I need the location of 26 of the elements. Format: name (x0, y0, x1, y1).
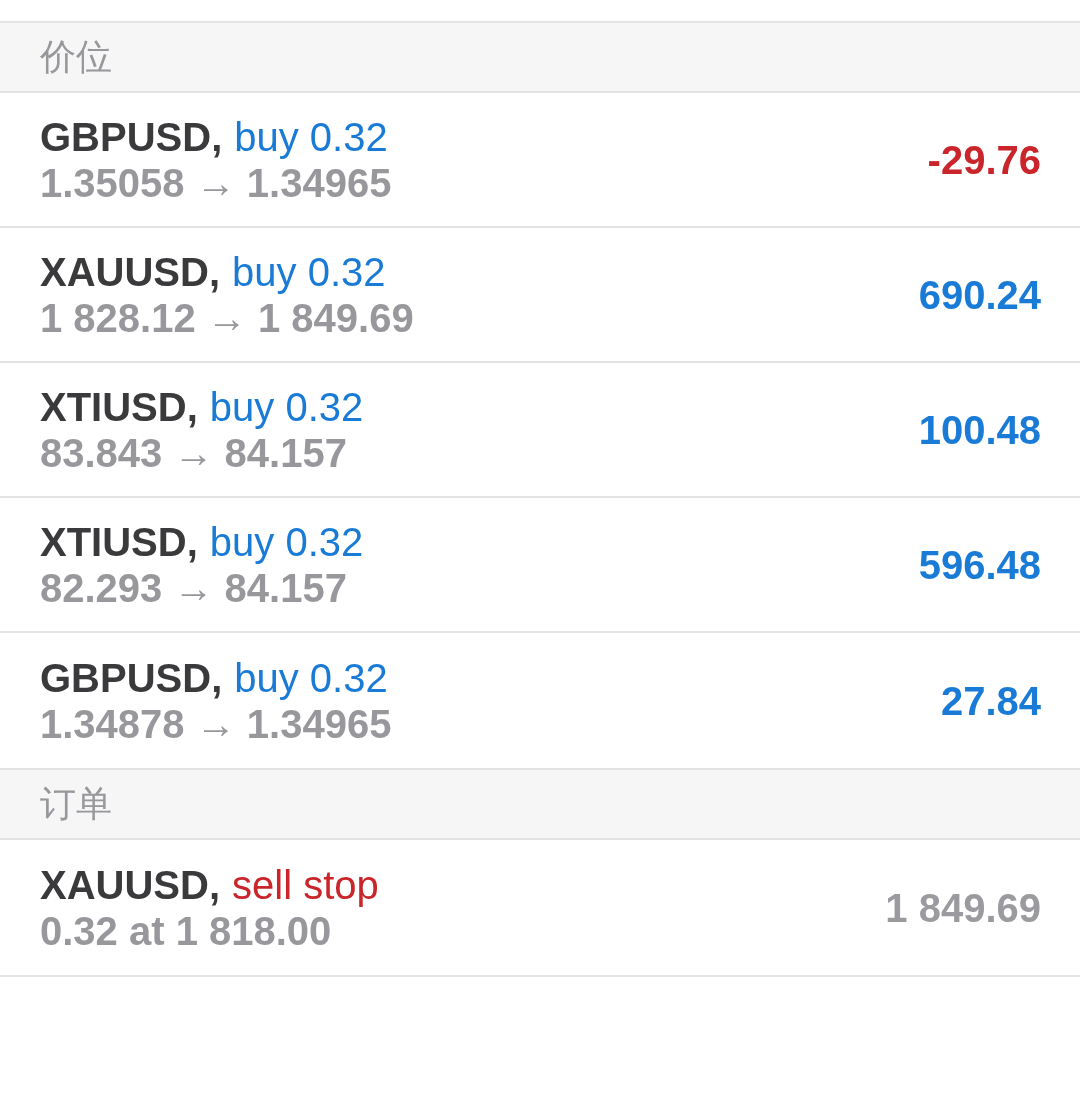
trade-symbol: XTIUSD, (40, 518, 198, 565)
trade-type: buy 0.32 (209, 383, 364, 430)
trade-value: 596.48 (918, 541, 1041, 588)
trade-detail: 1 828.12 → 1 849.69 (40, 294, 414, 341)
trade-symbol: XAUUSD, (40, 861, 221, 908)
trade-type: buy 0.32 (232, 248, 386, 295)
trade-detail: 1.34878 → 1.34965 (40, 700, 392, 747)
trade-symbol: GBPUSD, (40, 654, 223, 701)
trade-value: 27.84 (940, 677, 1041, 724)
trade-detail: 0.32 at 1 818.00 (40, 907, 333, 954)
trade-value: 100.48 (918, 406, 1041, 453)
trade-value: -29.76 (927, 136, 1041, 183)
trade-detail: 83.843 → 84.157 (40, 429, 348, 476)
trade-symbol: GBPUSD, (40, 113, 223, 160)
trade-symbol: XTIUSD, (40, 383, 198, 430)
trade-detail: 1.35058 → 1.34965 (40, 159, 392, 206)
trade-type: sell stop (232, 861, 379, 908)
section-header: 订单 (0, 768, 1080, 840)
trade-symbol: XAUUSD, (40, 248, 221, 295)
trade-value: 690.24 (918, 271, 1041, 318)
section-header: 价位 (0, 21, 1080, 93)
trade-type: buy 0.32 (234, 113, 388, 160)
trade-detail: 82.293 → 84.157 (40, 564, 348, 611)
trade-value: 1 849.69 (885, 884, 1041, 931)
trade-type: buy 0.32 (209, 518, 364, 565)
trade-type: buy 0.32 (234, 654, 388, 701)
